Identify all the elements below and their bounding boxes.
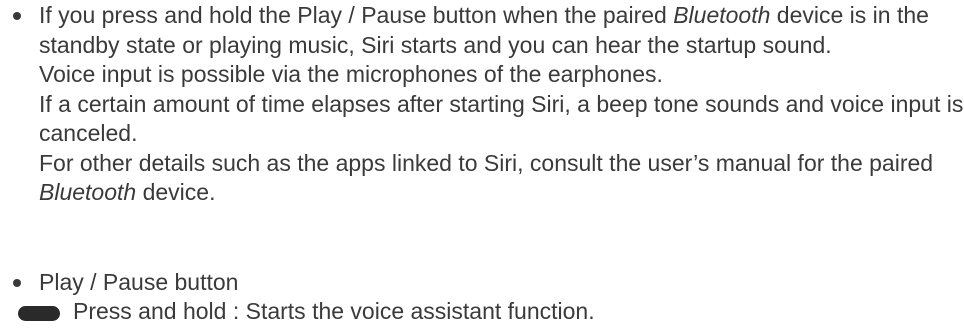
bluetooth-term: Bluetooth: [39, 179, 137, 205]
bullet-body: Play / Pause button: [39, 268, 964, 298]
paragraph-voice-input: Voice input is possible via the micropho…: [39, 61, 663, 87]
bullet-dot: [13, 279, 21, 287]
paragraph-timeout: If a certain amount of time elapses afte…: [39, 90, 964, 147]
press-and-hold-icon: [18, 306, 60, 321]
play-pause-heading: Play / Pause button: [39, 269, 239, 295]
bullet-dot: [13, 12, 21, 20]
press-action-row: Press and hold : Starts the voice assist…: [18, 297, 958, 327]
bullet-body: If you press and hold the Play / Pause b…: [39, 1, 964, 208]
press-action-text: Press and hold : Starts the voice assist…: [73, 298, 595, 324]
paragraph-siri-start: If you press and hold the Play / Pause b…: [39, 2, 929, 58]
paragraph-other-details: For other details such as the apps linke…: [39, 149, 934, 206]
manual-page: If you press and hold the Play / Pause b…: [0, 0, 964, 331]
bluetooth-term: Bluetooth: [673, 2, 771, 28]
